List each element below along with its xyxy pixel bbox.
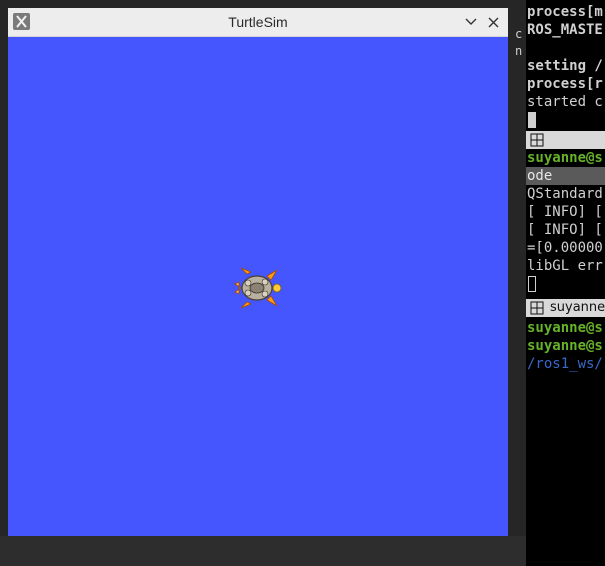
terminal-tab[interactable]: suyanne	[526, 299, 605, 317]
terminal-prompt: suyanne@s	[527, 150, 603, 166]
turtle-icon	[234, 267, 281, 309]
terminal-line: ROS_MASTE	[527, 22, 603, 38]
terminal-path: /ros1_ws/	[527, 356, 603, 372]
split-pane-icon	[530, 133, 544, 147]
close-icon	[488, 17, 498, 27]
turtlesim-canvas	[8, 37, 508, 536]
background-text-fragment: c	[515, 27, 523, 41]
terminal-prompt: suyanne@s	[527, 338, 603, 354]
terminal-line: QStandard	[527, 186, 603, 202]
terminal-line: [ INFO] [	[527, 204, 603, 220]
terminal-line: [ INFO] [	[527, 222, 603, 238]
terminal-line: setting /	[527, 58, 603, 74]
terminal-line: process[r	[527, 76, 603, 92]
terminal-line: libGL err	[527, 258, 603, 274]
window-titlebar[interactable]: TurtleSim	[8, 8, 508, 37]
bottom-panel	[0, 536, 526, 566]
minimize-button[interactable]	[461, 12, 481, 32]
terminal-prompt: suyanne@s	[527, 320, 603, 336]
terminal-line: started c	[527, 94, 603, 110]
terminal-line: process[m	[527, 4, 603, 20]
window-title: TurtleSim	[228, 14, 288, 30]
terminal-cursor	[528, 276, 536, 292]
terminal-line: =[0.00000	[527, 240, 603, 256]
terminal-line: ode	[527, 168, 553, 184]
terminal-window[interactable]: process[m ROS_MASTE setting / process[r …	[526, 0, 605, 566]
terminal-tab[interactable]	[526, 131, 605, 149]
turtlesim-window: TurtleSim	[8, 8, 508, 536]
terminal-tab-label: suyanne	[550, 300, 605, 315]
chevron-down-icon	[465, 18, 477, 25]
split-pane-icon	[530, 301, 544, 315]
close-button[interactable]	[483, 12, 503, 32]
terminal-cursor	[528, 112, 536, 128]
background-text-fragment: n	[515, 44, 523, 58]
